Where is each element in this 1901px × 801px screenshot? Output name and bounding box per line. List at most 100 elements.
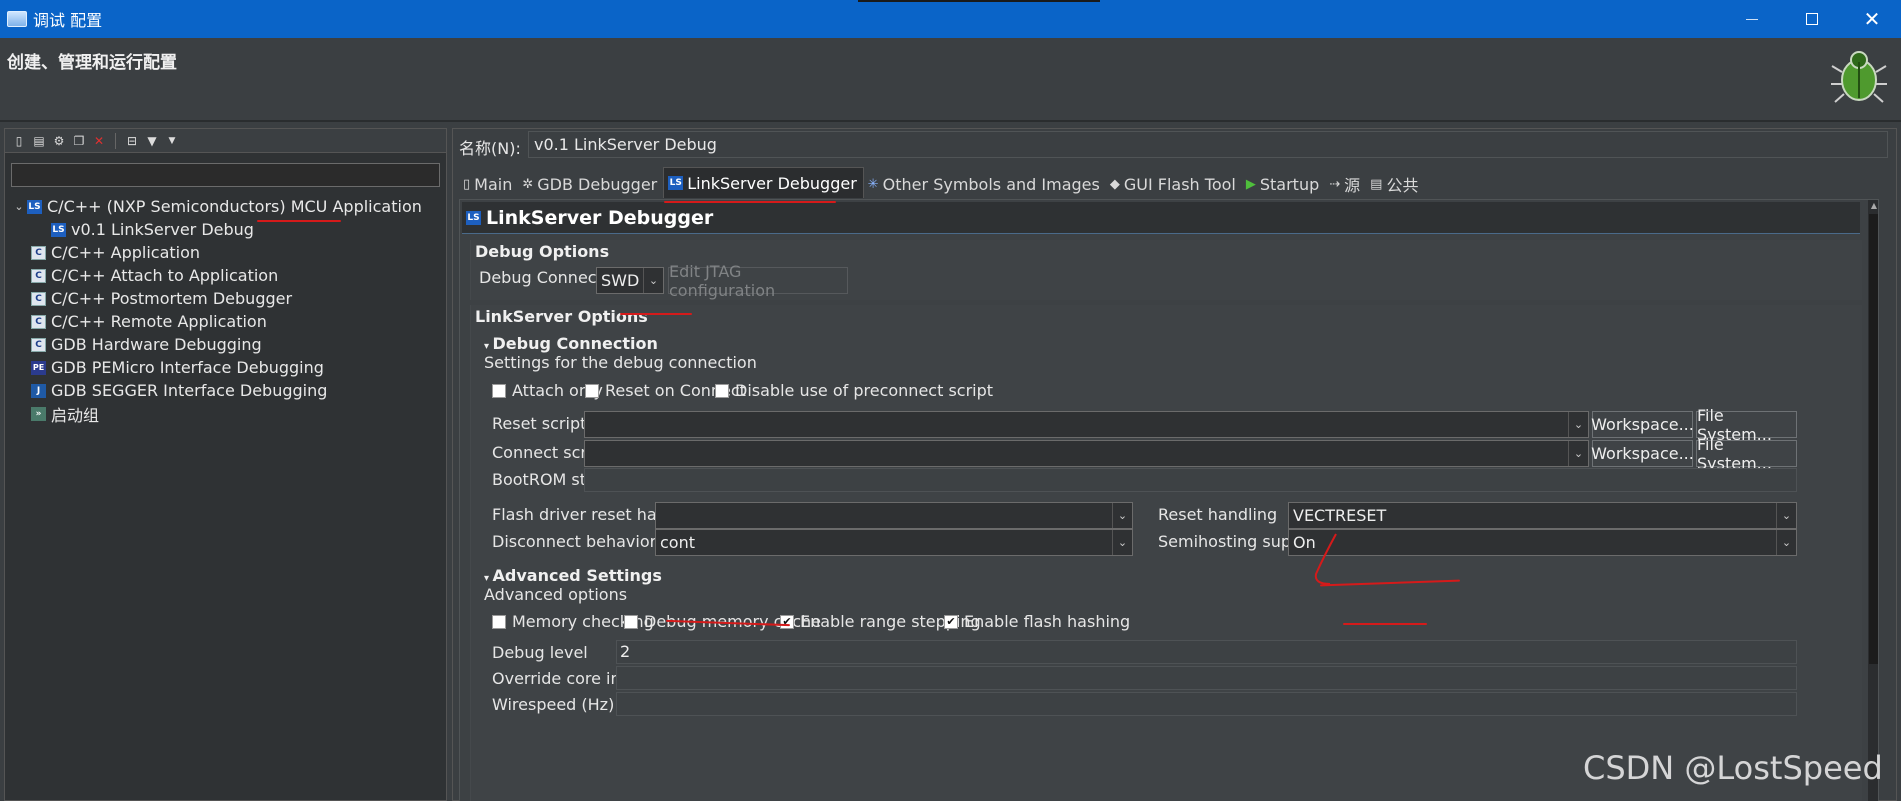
export-icon[interactable]: ⚙ xyxy=(51,133,67,149)
config-tree: ⌄ LS C/C++ (NXP Semiconductors) MCU Appl… xyxy=(5,193,446,425)
tree-item-launch-group[interactable]: » 启动组 xyxy=(5,402,446,425)
chevron-down-icon: ⌄ xyxy=(1776,503,1796,528)
edit-jtag-button[interactable]: Edit JTAG configuration xyxy=(668,262,848,300)
tree-item-cpp-postmortem[interactable]: C C/C++ Postmortem Debugger xyxy=(5,287,446,310)
disable-preconnect-checkbox[interactable]: Disable use of preconnect script xyxy=(715,381,993,400)
tab-label: Other Symbols and Images xyxy=(882,174,1100,194)
connect-script-workspace-button[interactable]: Workspace... xyxy=(1591,440,1694,467)
flash-tool-icon: ◆ xyxy=(1109,176,1120,192)
close-icon: ✕ xyxy=(1863,7,1881,31)
new-config-icon[interactable]: ▯ xyxy=(11,133,27,149)
tree-item-v01-linkserver-debug[interactable]: LS v0.1 LinkServer Debug xyxy=(5,218,446,241)
minimize-button[interactable] xyxy=(1726,0,1778,38)
reset-script-select[interactable]: ⌄ xyxy=(584,411,1589,438)
vertical-scrollbar[interactable]: ▲ xyxy=(1868,200,1878,801)
checkbox-label: Enable flash hashing xyxy=(964,612,1131,631)
flash-reset-select[interactable]: ⌄ xyxy=(655,502,1133,529)
section-title-label: LinkServer Debugger xyxy=(486,206,714,229)
tab-label: Main xyxy=(474,174,513,194)
duplicate-icon[interactable]: ▤ xyxy=(31,133,47,149)
app-icon xyxy=(7,11,27,27)
advanced-settings-title[interactable]: ▾ Advanced Settings xyxy=(484,566,662,585)
common-icon: ▤ xyxy=(1370,176,1383,192)
tree-item-gdb-pemicro[interactable]: PE GDB PEMicro Interface Debugging xyxy=(5,356,446,379)
override-core-input[interactable] xyxy=(616,666,1797,690)
annotation-hook xyxy=(1314,533,1337,585)
tab-gui-flash-tool[interactable]: ◆ GUI Flash Tool xyxy=(1106,170,1242,198)
symbols-icon: ✳ xyxy=(867,176,879,192)
tree-item-label: C/C++ Postmortem Debugger xyxy=(51,289,293,308)
view-menu-icon[interactable]: ▼ xyxy=(164,133,180,149)
annotation-underline xyxy=(257,220,341,222)
tree-item-label: GDB SEGGER Interface Debugging xyxy=(51,381,328,400)
tree-item-cpp-remote[interactable]: C C/C++ Remote Application xyxy=(5,310,446,333)
linkserver-icon: LS xyxy=(466,210,481,225)
advanced-options-desc: Advanced options xyxy=(484,585,628,604)
scrollbar-thumb[interactable] xyxy=(1869,214,1878,664)
tree-item-mcu-application[interactable]: ⌄ LS C/C++ (NXP Semiconductors) MCU Appl… xyxy=(5,195,446,218)
copy-icon[interactable]: ❐ xyxy=(71,133,87,149)
reset-handling-select[interactable]: VECTRESET ⌄ xyxy=(1288,502,1797,529)
checkbox-box: ✔ xyxy=(780,614,794,629)
cpp-config-icon: C xyxy=(31,314,46,329)
gdb-debugger-icon: ✲ xyxy=(522,176,534,192)
checkbox-box xyxy=(492,614,506,629)
tab-common[interactable]: ▤ 公共 xyxy=(1366,170,1424,198)
cpp-config-icon: C xyxy=(31,291,46,306)
tree-item-gdb-segger[interactable]: J GDB SEGGER Interface Debugging xyxy=(5,379,446,402)
tree-item-cpp-application[interactable]: C C/C++ Application xyxy=(5,241,446,264)
tab-main[interactable]: ▯ Main xyxy=(459,170,518,198)
cpp-config-icon: C xyxy=(31,245,46,260)
tab-startup[interactable]: ▶ Startup xyxy=(1242,170,1325,198)
filter-icon[interactable]: ▼ xyxy=(144,133,160,149)
debug-level-input[interactable]: 2 xyxy=(616,640,1797,664)
linkserver-options-title: LinkServer Options xyxy=(475,307,648,326)
expand-triangle-icon: ▾ xyxy=(484,341,493,352)
tab-gdb-debugger[interactable]: ✲ GDB Debugger xyxy=(518,170,663,198)
debug-bug-icon xyxy=(1826,42,1892,108)
tab-label: Startup xyxy=(1259,174,1320,194)
debug-options-group: Debug Options Debug Connection SWD ⌄ Edi… xyxy=(470,240,1862,300)
annotation-underline xyxy=(664,201,836,203)
wirespeed-label: Wirespeed (Hz) xyxy=(492,695,615,714)
debug-connection-value: SWD xyxy=(601,271,640,290)
tab-linkserver-debugger[interactable]: LS LinkServer Debugger xyxy=(663,167,864,198)
title-bar: 调试 配置 ✕ xyxy=(0,0,1901,38)
tree-item-cpp-attach[interactable]: C C/C++ Attach to Application xyxy=(5,264,446,287)
linkserver-icon: LS xyxy=(51,222,66,237)
collapse-all-icon[interactable]: ⊟ xyxy=(124,133,140,149)
debug-connection-section-title[interactable]: ▾ Debug Connection xyxy=(484,334,658,353)
name-label: 名称(N): xyxy=(459,139,521,158)
linkserver-icon: LS xyxy=(668,176,684,190)
semihosting-select[interactable]: On ⌄ xyxy=(1288,529,1797,556)
tree-item-label: C/C++ Application xyxy=(51,243,201,262)
tab-source[interactable]: ⇢ 源 xyxy=(1325,170,1366,198)
tree-item-label: GDB Hardware Debugging xyxy=(51,335,262,354)
config-name-input[interactable]: v0.1 LinkServer Debug xyxy=(528,131,1888,158)
tab-other-symbols[interactable]: ✳ Other Symbols and Images xyxy=(864,170,1106,198)
maximize-button[interactable] xyxy=(1786,0,1838,38)
tab-label: LinkServer Debugger xyxy=(687,173,857,193)
cpp-config-icon: C xyxy=(31,337,46,352)
disconnect-behavior-select[interactable]: cont ⌄ xyxy=(655,529,1133,556)
delete-icon[interactable]: ✕ xyxy=(91,133,107,149)
disconnect-behavior-label: Disconnect behavior xyxy=(492,532,657,551)
title-accent-line xyxy=(858,0,1100,2)
bootrom-stall-input[interactable] xyxy=(584,468,1797,492)
wirespeed-input[interactable] xyxy=(616,692,1797,716)
chevron-down-icon: ⌄ xyxy=(1568,441,1588,466)
close-button[interactable]: ✕ xyxy=(1846,0,1898,38)
connect-script-filesystem-button[interactable]: File System... xyxy=(1696,435,1797,473)
checkbox-box xyxy=(492,383,506,398)
header-title: 创建、管理和运行配置 xyxy=(7,53,177,73)
tree-item-label: GDB PEMicro Interface Debugging xyxy=(51,358,324,377)
chevron-down-icon: ⌄ xyxy=(643,268,663,293)
expand-chevron-icon[interactable]: ⌄ xyxy=(11,200,27,213)
scroll-up-icon[interactable]: ▲ xyxy=(1869,201,1878,213)
enable-flash-hashing-checkbox[interactable]: ✔ Enable flash hashing xyxy=(944,612,1130,631)
connect-script-select[interactable]: ⌄ xyxy=(584,440,1589,467)
debug-connection-select[interactable]: SWD ⌄ xyxy=(596,267,664,294)
tree-item-gdb-hardware[interactable]: C GDB Hardware Debugging xyxy=(5,333,446,356)
reset-script-workspace-button[interactable]: Workspace... xyxy=(1591,411,1694,438)
filter-input[interactable] xyxy=(11,163,440,187)
